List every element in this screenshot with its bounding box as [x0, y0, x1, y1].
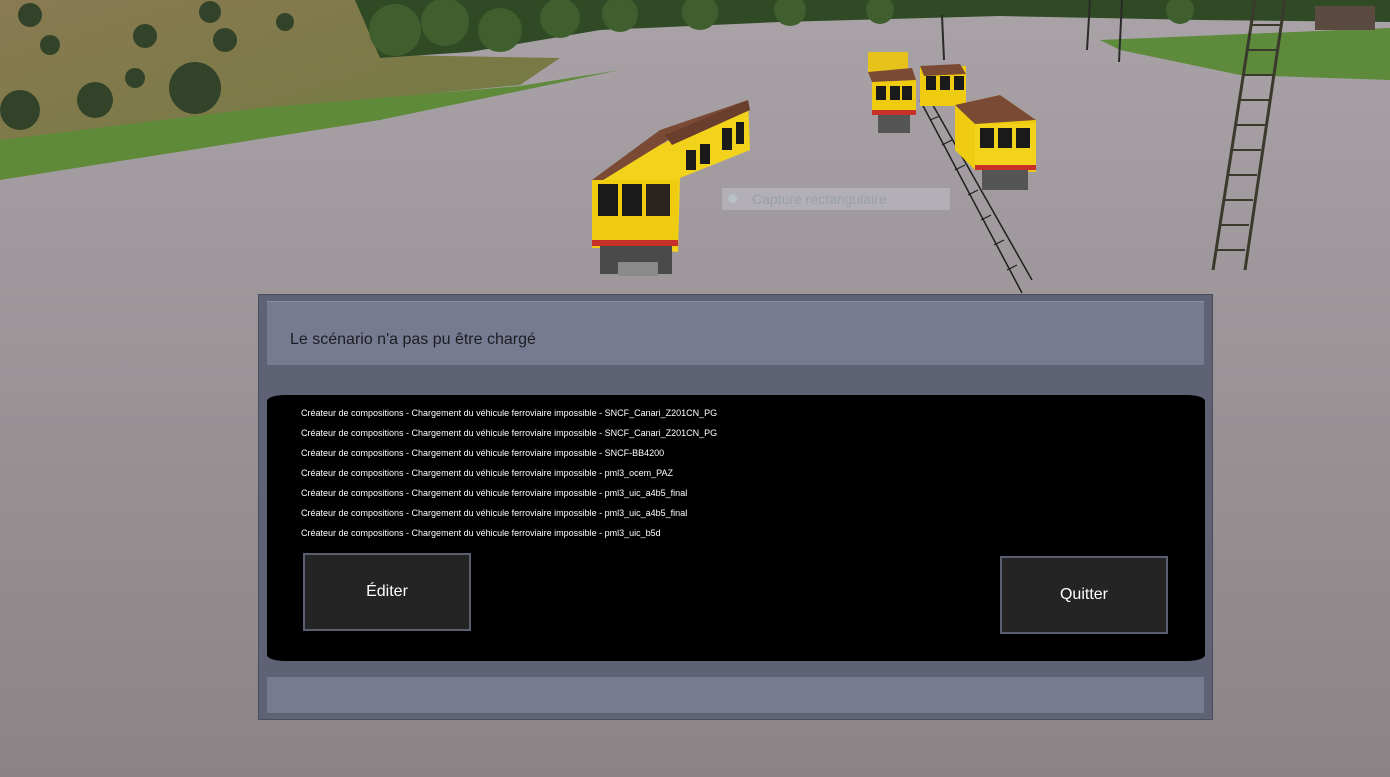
error-line: Créateur de compositions - Chargement du… [301, 408, 718, 418]
error-line: Créateur de compositions - Chargement du… [301, 528, 661, 538]
edit-button[interactable]: Éditer [303, 553, 471, 631]
game-scene: Capture rectangulaire Le scénario n'a pa… [0, 0, 1390, 777]
capture-tool-label: Capture rectangulaire [722, 188, 950, 210]
quit-button[interactable]: Quitter [1000, 556, 1168, 634]
error-line: Créateur de compositions - Chargement du… [301, 428, 718, 438]
dialog-title: Le scénario n'a pas pu être chargé [290, 331, 536, 348]
error-line: Créateur de compositions - Chargement du… [301, 468, 673, 478]
error-line: Créateur de compositions - Chargement du… [301, 488, 688, 498]
capture-icon [728, 194, 737, 203]
capture-label-text: Capture rectangulaire [752, 191, 887, 207]
dialog-header: Le scénario n'a pas pu être chargé [267, 301, 1204, 365]
error-dialog: Le scénario n'a pas pu être chargé Créat… [258, 294, 1213, 720]
dialog-footer [267, 677, 1204, 713]
dialog-body: Créateur de compositions - Chargement du… [267, 395, 1205, 661]
error-list: Créateur de compositions - Chargement du… [301, 407, 717, 547]
error-line: Créateur de compositions - Chargement du… [301, 448, 665, 458]
error-line: Créateur de compositions - Chargement du… [301, 508, 688, 518]
